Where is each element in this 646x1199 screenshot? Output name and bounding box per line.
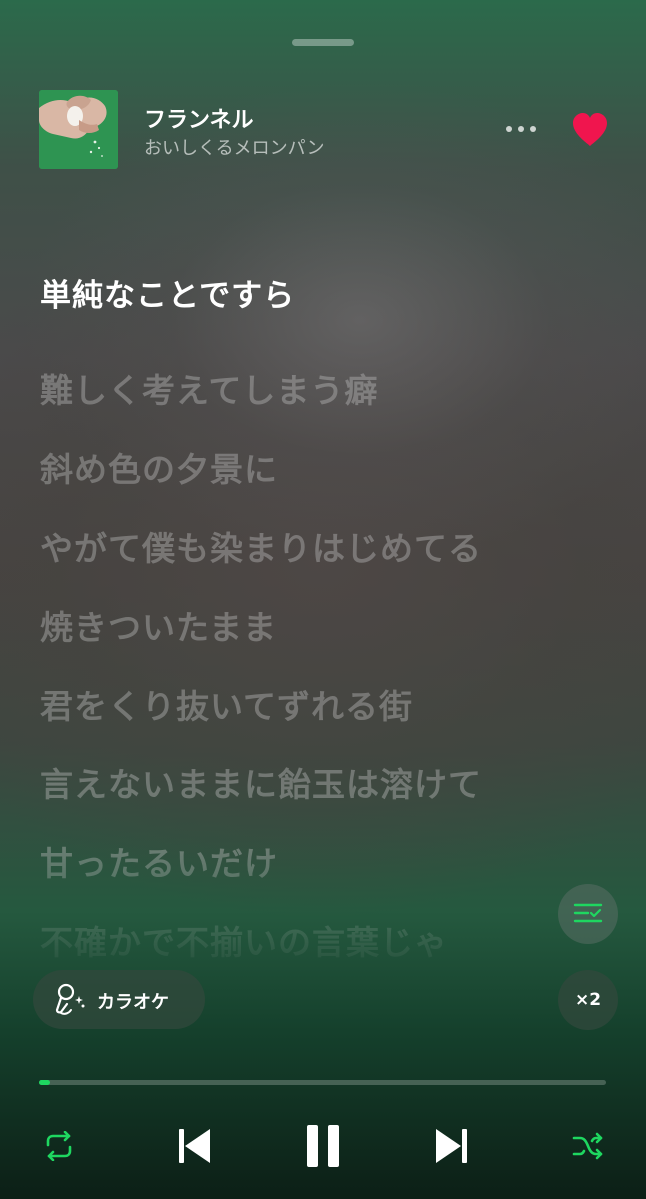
queue-button[interactable] <box>558 884 618 944</box>
shuffle-icon <box>572 1132 603 1160</box>
more-horizontal-icon <box>506 126 536 132</box>
lyric-line[interactable]: 言えないままに飴玉は溶けて <box>40 758 482 806</box>
repeat-button[interactable] <box>38 1125 80 1167</box>
karaoke-label: カラオケ <box>97 992 169 1013</box>
album-art[interactable] <box>39 90 118 169</box>
lyric-line[interactable]: やがて僕も染まりはじめてる <box>40 522 482 570</box>
progress-bar-fill <box>39 1080 51 1085</box>
lyric-line[interactable]: 不確かで不揃いの言葉じゃ <box>40 916 448 962</box>
queue-list-icon <box>573 903 603 923</box>
skip-previous-icon <box>179 1129 210 1163</box>
like-button[interactable] <box>569 110 611 150</box>
pause-button[interactable] <box>300 1121 346 1171</box>
playback-speed-button[interactable]: ×2 <box>558 970 618 1030</box>
next-button[interactable] <box>430 1124 474 1168</box>
lyric-line[interactable]: 君をくり抜いてずれる街 <box>40 680 413 728</box>
now-playing-lyrics-screen: フランネル おいしくるメロンパン 単純なことですら 難しく考えてしまう癖 斜め色… <box>0 0 646 1199</box>
lyric-line[interactable]: 焼きついたまま <box>40 601 277 649</box>
shuffle-button[interactable] <box>566 1125 610 1167</box>
microphone-icon <box>55 983 85 1015</box>
pause-icon <box>307 1125 339 1167</box>
track-title[interactable]: フランネル <box>144 102 254 134</box>
lyric-line[interactable]: 甘ったるいだけ <box>40 837 278 885</box>
previous-button[interactable] <box>172 1124 216 1168</box>
repeat-icon <box>46 1131 72 1161</box>
skip-next-icon <box>436 1129 467 1163</box>
karaoke-button[interactable]: カラオケ <box>33 970 205 1029</box>
track-artist[interactable]: おいしくるメロンパン <box>144 134 325 160</box>
heart-icon <box>573 113 607 146</box>
progress-bar[interactable] <box>39 1080 606 1085</box>
lyric-line[interactable]: 難しく考えてしまう癖 <box>40 364 378 412</box>
more-options-button[interactable] <box>499 114 543 144</box>
track-header: フランネル おいしくるメロンパン <box>39 90 609 170</box>
lyrics-panel[interactable]: 単純なことですら 難しく考えてしまう癖 斜め色の夕景に やがて僕も染まりはじめて… <box>40 262 620 962</box>
lyric-line-current[interactable]: 単純なことですら <box>40 270 295 315</box>
drag-handle[interactable] <box>292 39 354 46</box>
album-art-image <box>39 90 118 169</box>
lyric-line[interactable]: 斜め色の夕景に <box>40 443 278 491</box>
